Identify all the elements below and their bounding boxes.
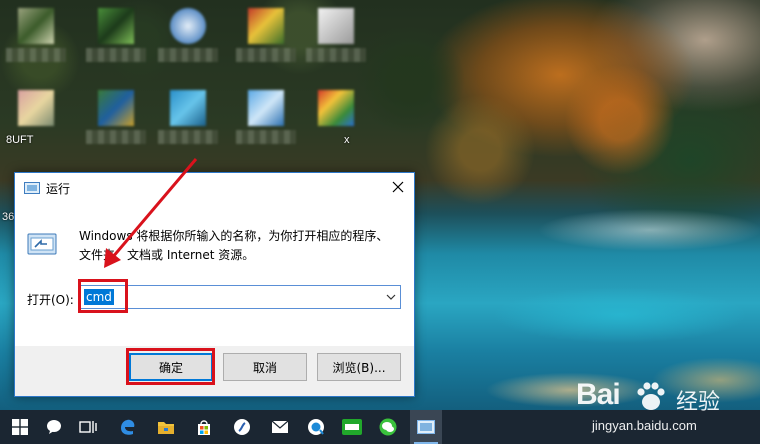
watermark-url: jingyan.baidu.com <box>592 418 697 433</box>
blurred-app-icon <box>170 90 206 126</box>
store-icon[interactable] <box>188 410 220 444</box>
blurred-app-icon <box>18 8 54 44</box>
blurred-label <box>6 48 66 62</box>
annotation-highlight-input <box>78 279 128 313</box>
desktop-icon-label: x <box>344 134 350 146</box>
description-line: Windows 将根据你所输入的名称，为你打开相应的程序、 <box>79 229 389 243</box>
blurred-label <box>86 48 146 62</box>
baidu-jingyan-watermark: Bai 经验 jingyan.baidu.com <box>576 378 760 438</box>
app-circle-icon[interactable] <box>226 410 258 444</box>
desktop-icon[interactable] <box>158 86 218 156</box>
windows-start-icon[interactable] <box>4 410 36 444</box>
blurred-app-icon <box>248 90 284 126</box>
browse-button[interactable]: 浏览(B)... <box>317 353 401 381</box>
run-dialog: 运行 Windows 将根据你所输入的名称，为你打开相应的程序、 文件夹、文档或… <box>14 172 415 397</box>
desktop-icon[interactable] <box>86 86 146 156</box>
close-button[interactable] <box>382 173 414 203</box>
desktop-icon[interactable] <box>86 4 146 74</box>
run-app-icon[interactable] <box>410 410 442 444</box>
desktop-icon[interactable] <box>236 4 296 74</box>
close-icon <box>392 181 404 196</box>
cortana-icon[interactable] <box>38 410 70 444</box>
edge-icon[interactable] <box>112 410 144 444</box>
description-line: 文件夹、文档或 Internet 资源。 <box>79 248 255 262</box>
blurred-app-icon <box>98 8 134 44</box>
desktop-icon-label: 8UFT <box>6 134 34 146</box>
desktop-icon[interactable]: x <box>306 86 366 156</box>
desktop-icon[interactable] <box>236 86 296 156</box>
blurred-label <box>306 48 366 62</box>
watermark-brand-suffix: 经验 <box>676 390 721 415</box>
wechat-icon[interactable] <box>372 410 404 444</box>
file-explorer-icon[interactable] <box>150 410 182 444</box>
dialog-description: Windows 将根据你所输入的名称，为你打开相应的程序、 文件夹、文档或 In… <box>79 227 399 265</box>
run-icon <box>24 182 40 194</box>
paw-icon <box>634 380 668 415</box>
desktop-partial-text: 36 <box>2 211 15 223</box>
watermark-logo: Bai <box>576 378 621 411</box>
cancel-button[interactable]: 取消 <box>223 353 307 381</box>
desktop-icon[interactable] <box>158 4 218 74</box>
blurred-label <box>86 130 146 144</box>
blurred-app-icon <box>318 8 354 44</box>
run-icon <box>27 231 59 259</box>
desktop-icon[interactable] <box>306 4 366 74</box>
dialog-content: Windows 将根据你所输入的名称，为你打开相应的程序、 文件夹、文档或 In… <box>15 203 414 346</box>
green-app-icon[interactable] <box>336 410 368 444</box>
chevron-down-icon[interactable] <box>382 286 400 308</box>
blurred-app-icon <box>170 8 206 44</box>
desktop-icon[interactable] <box>6 4 66 74</box>
blurred-app-icon <box>248 8 284 44</box>
open-label: 打开(O): <box>27 293 74 307</box>
dialog-title: 运行 <box>46 182 71 196</box>
task-view-icon[interactable] <box>72 410 104 444</box>
blurred-label <box>158 130 218 144</box>
blurred-app-icon <box>318 90 354 126</box>
blurred-label <box>158 48 218 62</box>
blurred-app-icon <box>18 90 54 126</box>
blurred-label <box>236 48 296 62</box>
blurred-app-icon <box>98 90 134 126</box>
desktop-icon[interactable]: 8UFT <box>6 86 66 156</box>
blurred-label <box>236 130 296 144</box>
qq-browser-icon[interactable] <box>300 410 332 444</box>
annotation-highlight-ok <box>126 348 215 385</box>
dialog-titlebar[interactable]: 运行 <box>15 173 414 203</box>
mail-icon[interactable] <box>264 410 296 444</box>
